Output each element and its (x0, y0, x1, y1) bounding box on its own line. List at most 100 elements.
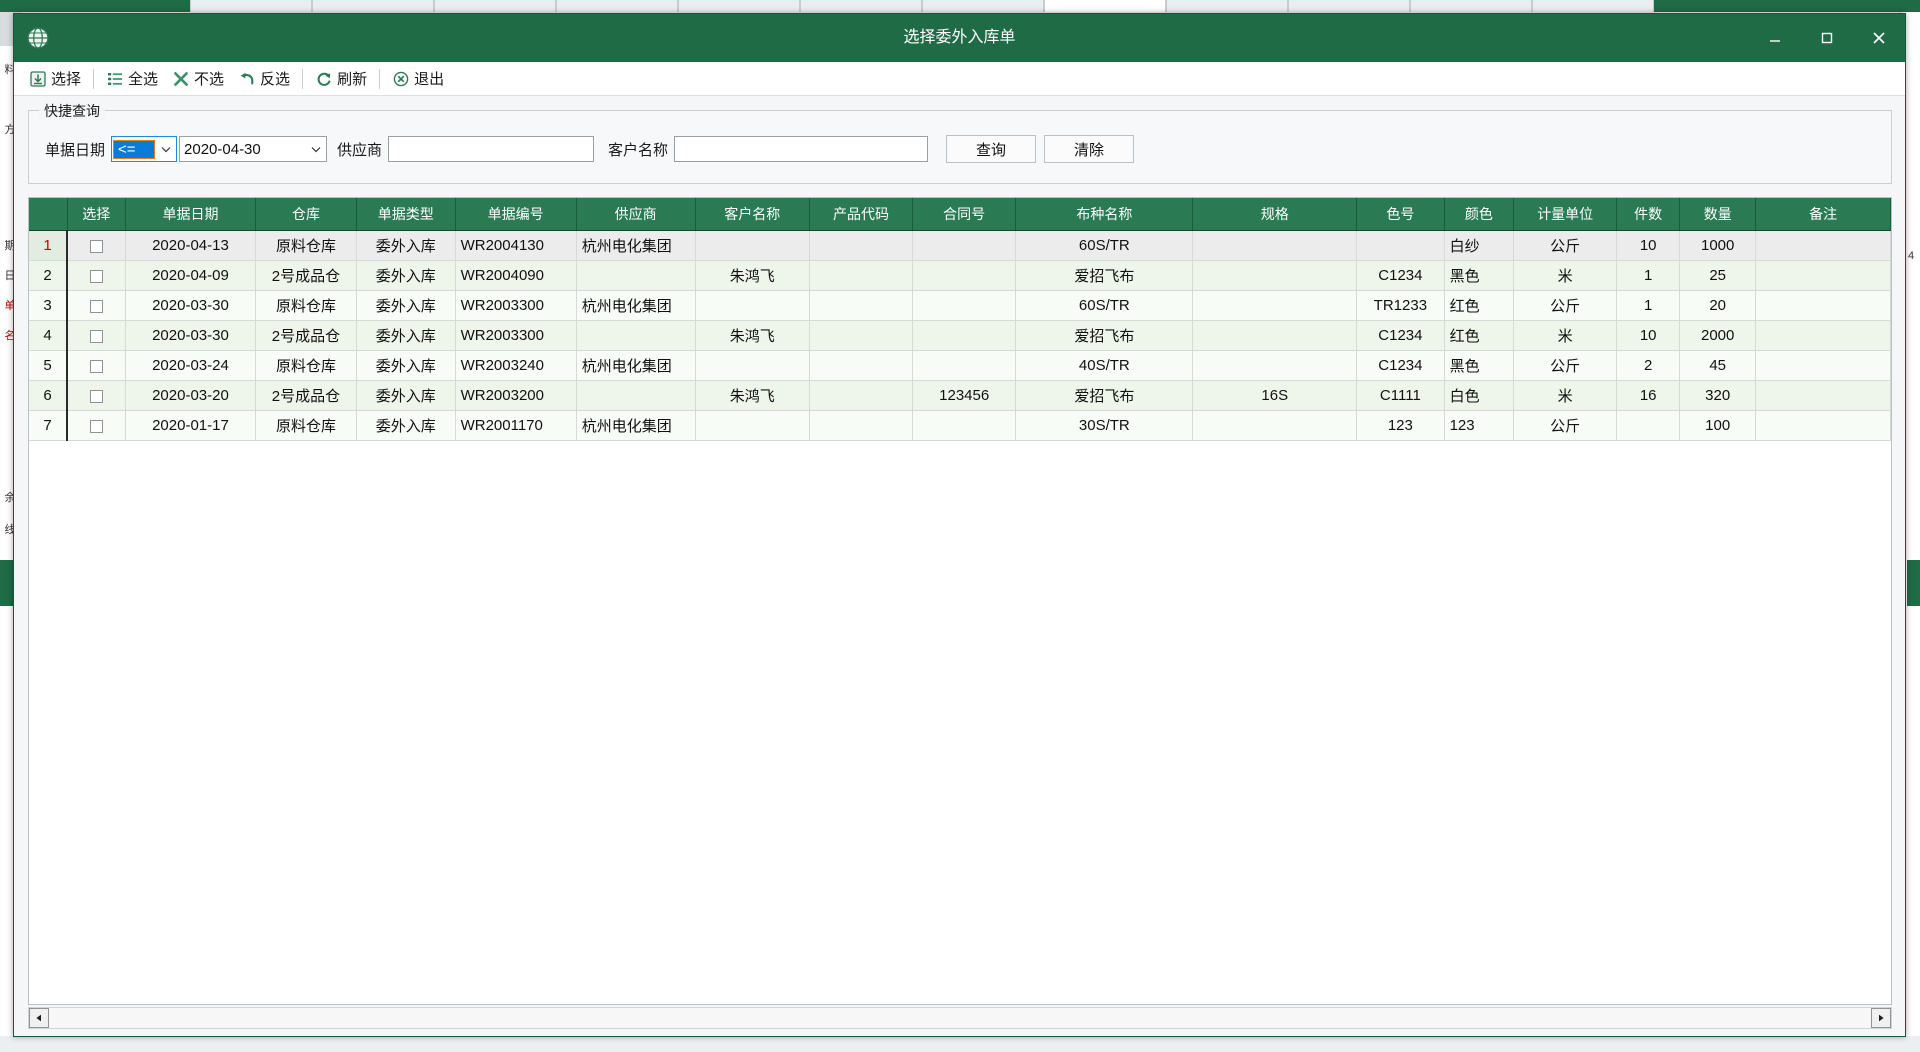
date-value-select[interactable]: 2020-04-30 (179, 136, 328, 162)
clear-button[interactable]: 清除 (1044, 135, 1135, 163)
minimize-button[interactable] (1749, 14, 1801, 62)
row-checkbox[interactable] (90, 329, 104, 343)
table-row[interactable]: 1 2020-04-13 原料仓库 委外入库 WR2004130 杭州电化集团 … (29, 230, 1891, 261)
results-grid-container[interactable]: 选择 单据日期 仓库 单据类型 单据编号 供应商 客户名称 产品代码 合同号 布… (28, 197, 1892, 1005)
date-value: 2020-04-30 (184, 140, 261, 158)
scrollbar-track[interactable] (49, 1008, 1871, 1028)
cell-doc-type: 委外入库 (356, 350, 456, 381)
column-header-doc-type[interactable]: 单据类型 (356, 198, 456, 231)
cell-customer: 朱鸿飞 (695, 260, 810, 291)
cell-warehouse: 2号成品仓 (255, 320, 357, 351)
toolbar-invert-selection-button[interactable]: 反选 (231, 65, 297, 92)
column-header-select[interactable]: 选择 (67, 198, 126, 231)
background-tab (1532, 0, 1654, 12)
cell-doc-no: WR2004130 (455, 230, 577, 261)
row-checkbox[interactable] (90, 269, 104, 283)
chevron-down-icon (156, 137, 176, 161)
horizontal-scrollbar[interactable] (28, 1007, 1892, 1029)
table-row[interactable]: 2 2020-04-09 2号成品仓 委外入库 WR2004090 朱鸿飞 爱招… (29, 260, 1891, 291)
column-header-supplier[interactable]: 供应商 (576, 198, 696, 231)
row-number: 3 (29, 290, 69, 321)
column-header-pieces[interactable]: 件数 (1616, 198, 1681, 231)
quick-query-legend: 快捷查询 (39, 101, 105, 121)
cell-quantity: 45 (1679, 350, 1757, 381)
scroll-left-arrow-icon[interactable] (29, 1008, 49, 1028)
title-bar[interactable]: 选择委外入库单 (14, 14, 1905, 62)
column-header-color[interactable]: 颜色 (1444, 198, 1515, 231)
cell-spec (1192, 290, 1358, 321)
scroll-right-arrow-icon[interactable] (1871, 1008, 1891, 1028)
row-checkbox[interactable] (90, 359, 104, 373)
toolbar-separator (93, 68, 95, 89)
table-row[interactable]: 4 2020-03-30 2号成品仓 委外入库 WR2003300 朱鸿飞 爱招… (29, 320, 1891, 351)
cell-color-no: C1234 (1356, 260, 1445, 291)
row-checkbox-cell[interactable] (67, 410, 126, 441)
toolbar-exit-button[interactable]: 退出 (385, 65, 451, 92)
cell-warehouse: 2号成品仓 (255, 380, 357, 411)
cell-supplier: 杭州电化集团 (576, 290, 696, 321)
toolbar-invert-selection-label: 反选 (260, 71, 291, 88)
row-checkbox[interactable] (90, 419, 104, 433)
row-checkbox-cell[interactable] (67, 260, 126, 291)
column-header-remark[interactable]: 备注 (1755, 198, 1891, 231)
cell-color: 123 (1444, 410, 1515, 441)
cell-contract-no (912, 290, 1017, 321)
close-button[interactable] (1853, 14, 1905, 62)
cell-product-code (809, 260, 914, 291)
cell-spec (1192, 410, 1358, 441)
customer-label: 客户名称 (608, 141, 669, 159)
cell-doc-type: 委外入库 (356, 410, 456, 441)
column-header-customer[interactable]: 客户名称 (695, 198, 810, 231)
toolbar-deselect-label: 不选 (194, 71, 225, 88)
column-header-contract-no[interactable]: 合同号 (912, 198, 1017, 231)
row-checkbox-cell[interactable] (67, 320, 126, 351)
column-header-spec[interactable]: 规格 (1192, 198, 1358, 231)
column-header-doc-date[interactable]: 单据日期 (125, 198, 257, 231)
cell-spec (1192, 230, 1358, 261)
grid-corner-header[interactable] (29, 198, 68, 231)
row-checkbox-cell[interactable] (67, 290, 126, 321)
toolbar-select-all-button[interactable]: 全选 (99, 65, 165, 92)
cell-supplier: 杭州电化集团 (576, 230, 696, 261)
cell-color-no: C1234 (1356, 350, 1445, 381)
row-checkbox-cell[interactable] (67, 230, 126, 261)
column-header-fabric-name[interactable]: 布种名称 (1015, 198, 1194, 231)
column-header-product-code[interactable]: 产品代码 (809, 198, 914, 231)
supplier-input[interactable] (388, 136, 595, 162)
table-row[interactable]: 7 2020-01-17 原料仓库 委外入库 WR2001170 杭州电化集团 … (29, 410, 1891, 441)
maximize-button[interactable] (1801, 14, 1853, 62)
toolbar-refresh-button[interactable]: 刷新 (308, 65, 374, 92)
download-box-icon (29, 70, 46, 87)
column-header-doc-no[interactable]: 单据编号 (455, 198, 577, 231)
cell-doc-date: 2020-03-24 (125, 350, 257, 381)
toolbar-deselect-button[interactable]: 不选 (165, 65, 231, 92)
cell-doc-no: WR2004090 (455, 260, 577, 291)
cell-color-no: 123 (1356, 410, 1445, 441)
column-header-warehouse[interactable]: 仓库 (255, 198, 357, 231)
cell-doc-type: 委外入库 (356, 290, 456, 321)
table-row[interactable]: 5 2020-03-24 原料仓库 委外入库 WR2003240 杭州电化集团 … (29, 350, 1891, 381)
date-operator-select[interactable]: <= (111, 136, 178, 162)
column-header-quantity[interactable]: 数量 (1679, 198, 1757, 231)
column-header-unit[interactable]: 计量单位 (1513, 198, 1618, 231)
background-status-bar (0, 1036, 1920, 1052)
cross-icon (172, 70, 189, 87)
row-checkbox[interactable] (90, 299, 104, 313)
table-row[interactable]: 3 2020-03-30 原料仓库 委外入库 WR2003300 杭州电化集团 … (29, 290, 1891, 321)
row-checkbox-cell[interactable] (67, 350, 126, 381)
row-checkbox[interactable] (90, 389, 104, 403)
cell-contract-no (912, 230, 1017, 261)
row-checkbox-cell[interactable] (67, 380, 126, 411)
table-row[interactable]: 6 2020-03-20 2号成品仓 委外入库 WR2003200 朱鸿飞 12… (29, 380, 1891, 411)
cell-quantity: 25 (1679, 260, 1757, 291)
row-checkbox[interactable] (90, 239, 104, 253)
column-header-color-no[interactable]: 色号 (1356, 198, 1445, 231)
cell-spec (1192, 350, 1358, 381)
cell-supplier: 杭州电化集团 (576, 350, 696, 381)
customer-input[interactable] (674, 136, 929, 162)
window-controls (1749, 14, 1905, 62)
toolbar-select-button[interactable]: 选择 (22, 65, 88, 92)
background-tab (1288, 0, 1410, 12)
cell-remark (1755, 350, 1891, 381)
query-button[interactable]: 查询 (946, 135, 1037, 163)
